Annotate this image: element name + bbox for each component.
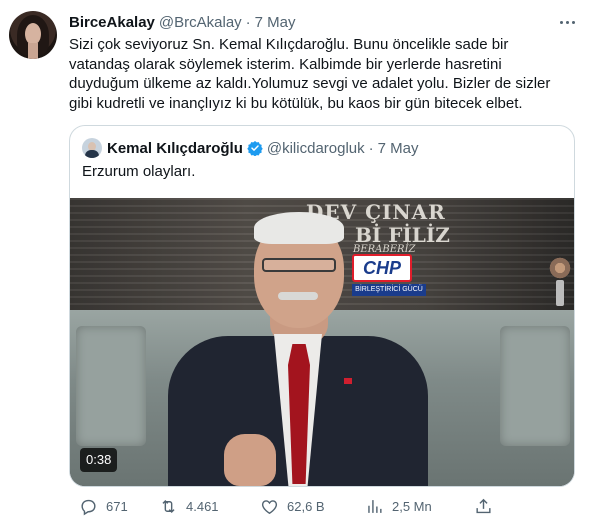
share-button[interactable] [474, 492, 493, 520]
reply-button[interactable]: 671 [79, 492, 128, 520]
repost-button[interactable]: 4.461 [159, 492, 219, 520]
views-icon [368, 499, 382, 513]
quoted-author-handle[interactable]: @kilicdarogluk [267, 140, 365, 157]
action-bar: 671 4.461 62,6 B 2,5 Mn [69, 492, 575, 520]
more-icon[interactable] [556, 12, 578, 32]
tweet-text-line: Sizi çok seviyoruz Sn. Kemal Kılıçdaroğl… [69, 36, 509, 53]
tweet-header: BirceAkalay @BrcAkalay · 7 May [69, 12, 296, 32]
tweet-date[interactable]: 7 May [255, 14, 296, 31]
reply-count: 671 [106, 498, 128, 514]
tweet-text-line: vatandaş olarak söylemek isterim. Kalbim… [69, 55, 502, 73]
repost-count: 4.461 [186, 498, 219, 514]
video-player[interactable]: DEV ÇINAR Bİ FİLİZ BERABERİZ CHP BİRLEŞT… [70, 198, 574, 486]
share-icon [476, 498, 491, 513]
author-handle[interactable]: @BrcAkalay [159, 14, 242, 31]
like-icon [261, 499, 278, 514]
tweet: BirceAkalay @BrcAkalay · 7 May Sizi çok … [0, 0, 594, 527]
separator-dot: · [245, 13, 251, 31]
separator-dot: · [368, 139, 374, 157]
repost-icon [162, 499, 175, 513]
quoted-avatar[interactable] [82, 138, 102, 158]
tweet-text-line: duyduğum ülkeme az kaldı.Yolumuz sevgi v… [69, 75, 551, 92]
quoted-tweet[interactable]: Kemal Kılıçdaroğlu @kilicdarogluk · 7 Ma… [69, 125, 575, 487]
views-count: 2,5 Mn [392, 498, 432, 514]
video-duration: 0:38 [80, 448, 118, 472]
views-button[interactable]: 2,5 Mn [365, 492, 432, 520]
tweet-text-line: gibi kudretli ve inançlıyız ki bu kötülü… [69, 94, 523, 112]
author-name[interactable]: BirceAkalay [69, 14, 155, 31]
like-button[interactable]: 62,6 B [260, 492, 325, 520]
flower-decoration [548, 256, 572, 280]
quoted-date[interactable]: 7 May [378, 140, 419, 157]
like-count: 62,6 B [287, 498, 325, 514]
video-speaker [168, 206, 428, 486]
tweet-text: Sizi çok seviyoruz Sn. Kemal Kılıçdaroğl… [69, 35, 575, 113]
reply-icon [81, 499, 96, 515]
vase-decoration [556, 280, 564, 306]
verified-icon [247, 141, 263, 156]
quoted-header: Kemal Kılıçdaroğlu @kilicdarogluk · 7 Ma… [107, 138, 419, 158]
quoted-text: Erzurum olayları. [82, 163, 196, 180]
author-avatar[interactable] [9, 11, 57, 59]
quoted-author-name[interactable]: Kemal Kılıçdaroğlu [107, 140, 243, 157]
